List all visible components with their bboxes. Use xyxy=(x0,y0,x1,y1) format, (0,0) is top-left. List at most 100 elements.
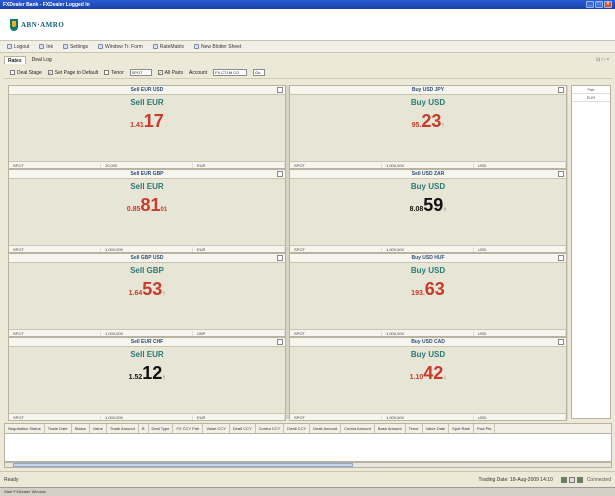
tile-side: Buy USD xyxy=(410,98,446,107)
blotter-col[interactable]: Dealt CCY xyxy=(284,424,311,433)
rate-tile[interactable]: Buy USD CAD Buy USD 1.1042↓ SPOT 1,000,00… xyxy=(289,337,567,421)
ink-icon xyxy=(39,44,45,49)
rate-tile[interactable]: Buy USD HUF Buy USD 193.63 SPOT 1,000,000… xyxy=(289,253,567,337)
tile-close-icon[interactable] xyxy=(277,255,283,261)
tab-window-controls[interactable]: ⊟ □ × xyxy=(596,57,609,63)
blotter-body[interactable] xyxy=(4,434,612,462)
tile-side: Sell GBP xyxy=(130,266,164,275)
rate-tile[interactable]: Buy USD JPY Buy USD 95.23↑ SPOT 1,000,000… xyxy=(289,85,567,169)
rate-tile[interactable]: Sell USD ZAR Buy USD 8.0859↑ SPOT 1,000,0… xyxy=(289,169,567,253)
tile-pair: Sell EUR CHF xyxy=(130,339,164,345)
tile-price[interactable]: 1.6453↑ xyxy=(9,279,285,300)
matrix-icon xyxy=(152,44,158,49)
connection-status: Connected xyxy=(586,476,611,483)
blotter-col[interactable]: Value Date xyxy=(423,424,450,433)
blotter-col[interactable]: Trade Date xyxy=(45,424,72,433)
blotter-col[interactable]: Value xyxy=(90,424,107,433)
deal-stage-checkbox[interactable]: Deal Stage xyxy=(10,70,42,76)
tile-price[interactable]: 193.63 xyxy=(290,279,566,300)
all-pairs-checkbox[interactable]: ✓ All Pairs xyxy=(157,70,183,76)
trading-date: Trading Date: 18-Aug-2009 14:10 xyxy=(478,476,553,483)
account-select[interactable]: FX CTLM CO xyxy=(213,69,248,76)
tile-close-icon[interactable] xyxy=(277,171,283,177)
tenor-checkbox[interactable]: Tenor xyxy=(104,70,124,76)
horizontal-scrollbar[interactable] xyxy=(4,462,612,468)
tile-price[interactable]: 1.4117 xyxy=(9,111,285,132)
tile-close-icon[interactable] xyxy=(277,339,283,345)
blotter-col[interactable]: Status xyxy=(72,424,90,433)
tile-side: Buy USD xyxy=(410,350,446,359)
menu-logout[interactable]: Logout xyxy=(4,43,32,51)
tile-close-icon[interactable] xyxy=(277,87,283,93)
rate-tile[interactable]: Sell EUR CHF Sell EUR 1.5212↑ SPOT 1,000,… xyxy=(8,337,286,421)
blotter-col[interactable]: Dealt CCY xyxy=(230,424,256,433)
menu-new-blotter[interactable]: New Blotter Sheet xyxy=(191,43,244,51)
tile-close-icon[interactable] xyxy=(558,87,564,93)
taskbar[interactable]: Start FXDealer Window xyxy=(0,487,615,496)
menu-ratematrix[interactable]: RateMatrix xyxy=(150,43,187,51)
menu-bar: Logout Ink Settings Window Tr. Form Rate… xyxy=(0,40,615,53)
tile-price[interactable]: 95.23↑ xyxy=(290,111,566,132)
tile-price[interactable]: 0.858101 xyxy=(9,195,285,216)
tile-side: Buy USD xyxy=(410,266,446,275)
tenor-select[interactable]: SPOT xyxy=(129,69,152,76)
tile-footer: SPOT 1,000,000 GBP xyxy=(9,329,285,336)
tile-price[interactable]: 1.1042↓ xyxy=(290,363,566,384)
tile-footer: SPOT 1,000,000 USD xyxy=(290,413,566,420)
blotter-col[interactable]: B xyxy=(139,424,149,433)
go-button[interactable]: Go xyxy=(253,69,266,76)
tile-footer: SPOT 1,000,000 EUR xyxy=(9,413,285,420)
tile-pair: Buy USD HUF xyxy=(411,255,445,261)
window-icon xyxy=(98,44,104,49)
menu-window[interactable]: Window Tr. Form xyxy=(95,43,146,51)
rate-tile[interactable]: Sell EUR USD Sell EUR 1.4117 SPOT 10,000 E… xyxy=(8,85,286,169)
brand-header: ABN·AMRO xyxy=(0,9,615,40)
menu-ink[interactable]: Ink xyxy=(36,43,56,51)
tile-side: Sell EUR xyxy=(130,350,164,359)
status-bar: Ready Trading Date: 18-Aug-2009 14:10 Co… xyxy=(0,471,615,487)
close-button[interactable]: × xyxy=(604,1,612,8)
rate-tile[interactable]: Sell EUR GBP Sell EUR 0.858101 SPOT 1,000… xyxy=(8,169,286,253)
blotter-col[interactable]: Fwd Pts xyxy=(474,424,496,433)
tile-close-icon[interactable] xyxy=(558,171,564,177)
tile-price[interactable]: 8.0859↑ xyxy=(290,195,566,216)
title-bar: FXDealer Bank - FXDealer Logged In _ □ × xyxy=(0,0,615,9)
tile-side: Buy USD xyxy=(410,182,446,191)
tab-row: Rates Deal Log ⊟ □ × xyxy=(0,55,615,64)
minimize-button[interactable]: _ xyxy=(586,1,594,8)
maximize-button[interactable]: □ xyxy=(595,1,603,8)
blotter-col[interactable]: Negotiation Status xyxy=(5,424,45,433)
tile-footer: SPOT 1,000,000 EUR xyxy=(9,245,285,252)
blotter-col[interactable]: Dealt Amount xyxy=(310,424,342,433)
status-led-icon xyxy=(576,476,583,483)
window-title: FXDealer Bank - FXDealer Logged In xyxy=(3,1,90,8)
blotter-col[interactable]: Trade Amount xyxy=(107,424,139,433)
scroll-thumb[interactable] xyxy=(13,463,353,467)
blotter-col[interactable]: Tenor xyxy=(406,424,423,433)
tile-side: Sell EUR xyxy=(130,182,164,191)
blotter-col[interactable]: Contra Amount xyxy=(341,424,375,433)
blotter-col[interactable]: Spot Rate xyxy=(449,424,474,433)
tile-close-icon[interactable] xyxy=(558,255,564,261)
rates-toolbar: Deal Stage ✓ Set Page to Default Tenor SP… xyxy=(4,67,612,79)
blotter-col[interactable]: FX CCY Pair xyxy=(173,424,204,433)
menu-settings[interactable]: Settings xyxy=(60,43,91,51)
tile-price[interactable]: 1.5212↑ xyxy=(9,363,285,384)
blotter-col[interactable]: Base Amount xyxy=(375,424,406,433)
blotter-col[interactable]: Deal Type xyxy=(149,424,174,433)
rate-tile-grid: Sell EUR USD Sell EUR 1.4117 SPOT 10,000 E… xyxy=(8,85,568,421)
tile-close-icon[interactable] xyxy=(558,339,564,345)
tile-footer: SPOT 1,000,000 USD xyxy=(290,161,566,168)
blotter-col[interactable]: Contra CCY xyxy=(256,424,285,433)
status-led-icon xyxy=(568,476,575,483)
settings-icon xyxy=(62,44,68,49)
tile-pair: Sell GBP USD xyxy=(130,255,164,261)
panel-row[interactable]: EUR xyxy=(572,94,610,102)
brand-logo-icon xyxy=(10,18,18,31)
blotter-col[interactable]: Value CCY xyxy=(203,424,230,433)
rate-tile[interactable]: Sell GBP USD Sell GBP 1.6453↑ SPOT 1,000,… xyxy=(8,253,286,337)
default-page-checkbox[interactable]: ✓ Set Page to Default xyxy=(47,70,98,76)
tab-deal-log[interactable]: Deal Log xyxy=(29,56,55,64)
tile-pair: Buy USD CAD xyxy=(411,339,445,345)
tab-rates[interactable]: Rates xyxy=(4,55,26,64)
